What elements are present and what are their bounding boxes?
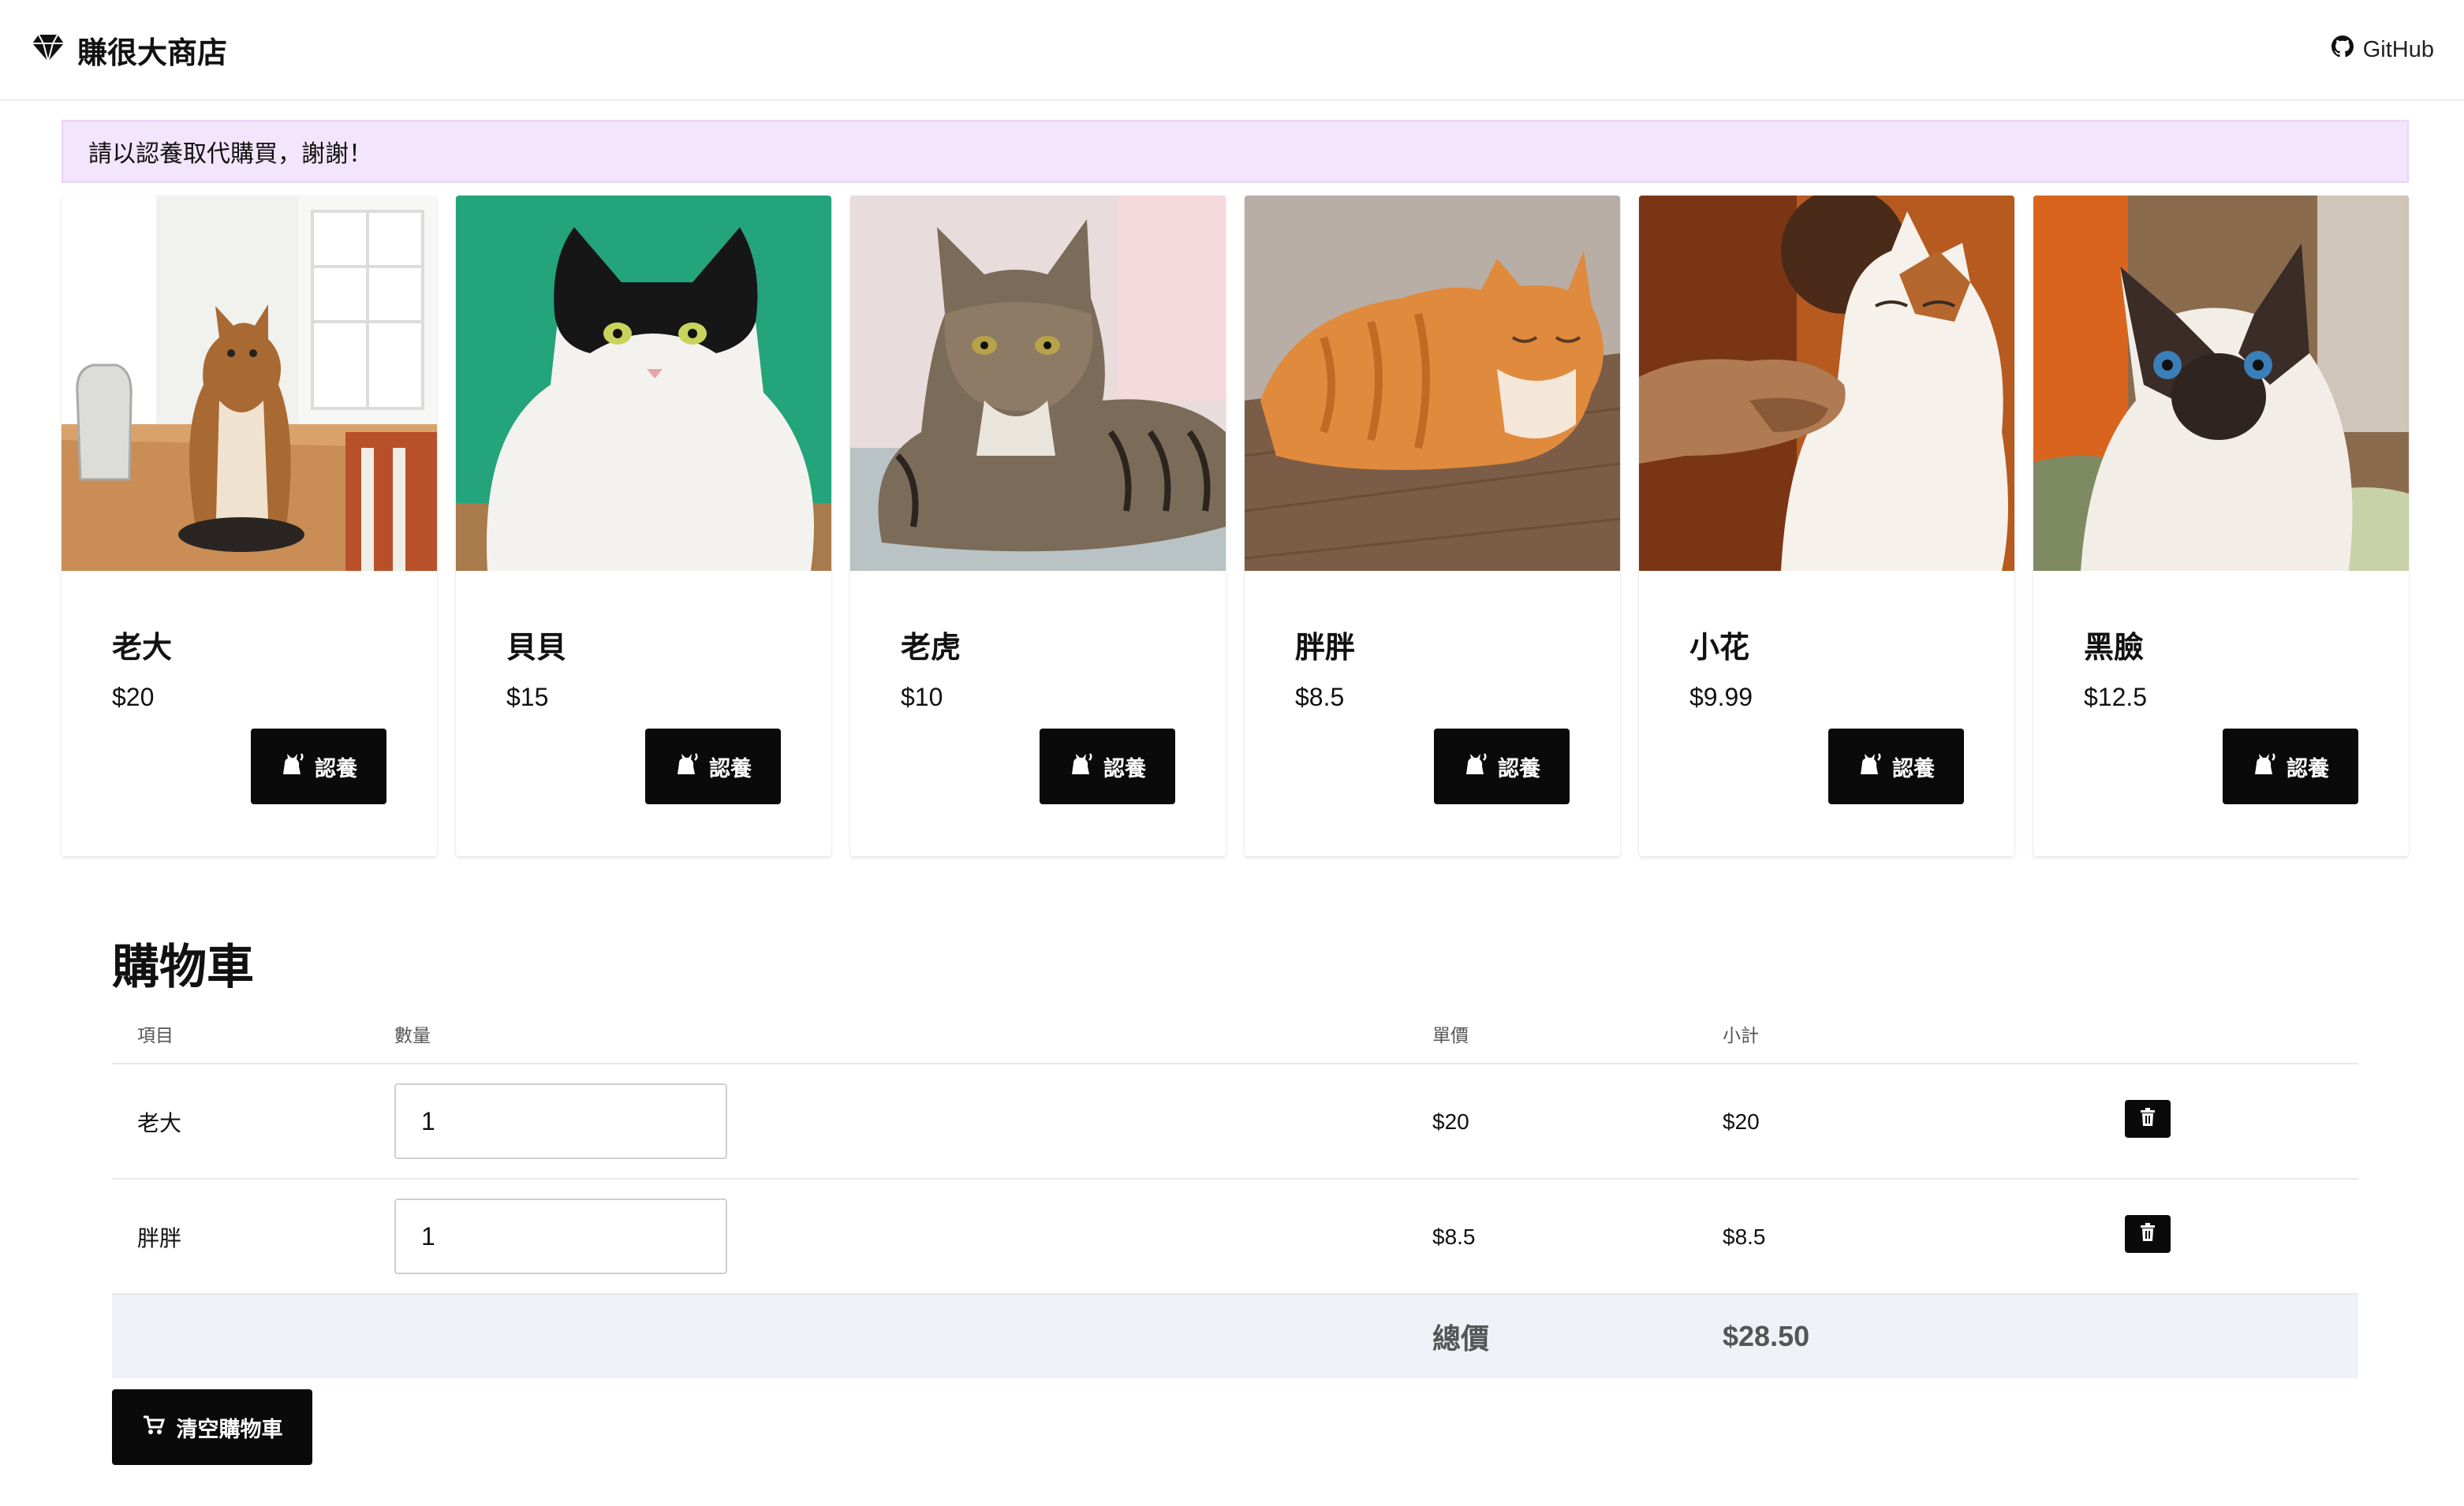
cat-icon bbox=[1463, 752, 1487, 781]
product-card: 胖胖 $8.5 認養 bbox=[1245, 196, 1620, 856]
adopt-button[interactable]: 認養 bbox=[1040, 729, 1175, 804]
navbar: 賺很大商店 GitHub bbox=[0, 0, 2464, 101]
cat-icon bbox=[674, 752, 698, 781]
adopt-label: 認養 bbox=[315, 756, 357, 781]
github-label: GitHub bbox=[2362, 36, 2434, 62]
product-card: 貝貝 $15 認養 bbox=[456, 196, 831, 856]
column-header-quantity: 數量 bbox=[394, 1026, 431, 1046]
adopt-label: 認養 bbox=[1892, 756, 1935, 781]
product-name: 老虎 bbox=[901, 630, 961, 665]
column-header-subtotal: 小計 bbox=[1723, 1026, 1759, 1046]
cat-icon bbox=[1069, 752, 1092, 781]
cart-unit-price: $20 bbox=[1432, 1109, 1469, 1134]
cart-subtotal: $20 bbox=[1723, 1109, 1760, 1134]
cart-title: 購物車 bbox=[112, 940, 254, 995]
adoption-notice: 請以認養取代購買，謝謝！ bbox=[62, 120, 2409, 183]
cart-table: 項目 數量 單價 小計 老大 $20 $20 胖胖 $8.5 $8.5 總價 $… bbox=[112, 1009, 2358, 1378]
cart-icon bbox=[142, 1414, 166, 1441]
adopt-label: 認養 bbox=[1498, 756, 1540, 781]
clear-cart-label: 清空購物車 bbox=[176, 1417, 283, 1442]
product-price: $20 bbox=[112, 683, 155, 711]
adopt-button[interactable]: 認養 bbox=[2223, 729, 2358, 804]
adopt-label: 認養 bbox=[2287, 756, 2329, 781]
cart-row: 胖胖 $8.5 $8.5 bbox=[112, 1180, 2358, 1295]
cat-photo-tabby-sitting bbox=[62, 196, 437, 571]
cat-icon bbox=[2252, 752, 2275, 781]
cat-photo-black-white bbox=[456, 196, 831, 571]
product-card: 黑臉 $12.5 認養 bbox=[2033, 196, 2409, 856]
product-price: $10 bbox=[901, 683, 943, 711]
cat-photo-calico-petted bbox=[1639, 196, 2014, 571]
github-icon bbox=[2331, 35, 2354, 64]
adopt-button[interactable]: 認養 bbox=[1434, 729, 1570, 804]
adopt-button[interactable]: 認養 bbox=[251, 729, 386, 804]
delete-item-button[interactable] bbox=[2125, 1215, 2171, 1253]
product-name: 小花 bbox=[1689, 630, 1750, 665]
product-name: 黑臉 bbox=[2084, 630, 2145, 665]
cat-icon bbox=[280, 752, 304, 781]
product-price: $15 bbox=[506, 683, 549, 711]
delete-item-button[interactable] bbox=[2125, 1100, 2171, 1138]
product-card: 小花 $9.99 認養 bbox=[1639, 196, 2014, 856]
adopt-button[interactable]: 認養 bbox=[645, 729, 781, 804]
cart-header-row: 項目 數量 單價 小計 bbox=[112, 1009, 2358, 1064]
cart-subtotal: $8.5 bbox=[1723, 1225, 1766, 1249]
cat-photo-tabby-lying bbox=[850, 196, 1226, 571]
github-link[interactable]: GitHub bbox=[2331, 35, 2434, 64]
product-name: 胖胖 bbox=[1295, 630, 1356, 665]
adopt-label: 認養 bbox=[1103, 756, 1146, 781]
cart-total-row: 總價 $28.50 bbox=[112, 1295, 2358, 1378]
cat-photo-siamese-kitten bbox=[2033, 196, 2409, 571]
cart-item-name: 老大 bbox=[137, 1110, 182, 1136]
adopt-button[interactable]: 認養 bbox=[1828, 729, 1964, 804]
cat-photo-orange-sleeping bbox=[1245, 196, 1620, 571]
quantity-input[interactable] bbox=[394, 1198, 727, 1274]
quantity-input[interactable] bbox=[394, 1083, 727, 1159]
brand[interactable]: 賺很大商店 bbox=[32, 28, 227, 72]
product-card: 老大 $20 認養 bbox=[62, 196, 437, 856]
cat-icon bbox=[1857, 752, 1881, 781]
product-card: 老虎 $10 認養 bbox=[850, 196, 1226, 856]
product-grid: 老大 $20 認養 貝貝 $15 認養 老虎 $10 認養 胖胖 $8.5 認養… bbox=[62, 196, 2409, 856]
column-header-item: 項目 bbox=[137, 1026, 174, 1046]
column-header-unit-price: 單價 bbox=[1432, 1026, 1469, 1046]
product-price: $9.99 bbox=[1689, 683, 1753, 711]
product-price: $12.5 bbox=[2084, 683, 2148, 711]
trash-icon bbox=[2139, 1222, 2156, 1246]
cart-unit-price: $8.5 bbox=[1432, 1225, 1476, 1249]
product-name: 貝貝 bbox=[506, 630, 567, 665]
total-value: $28.50 bbox=[1723, 1320, 1810, 1352]
adopt-label: 認養 bbox=[709, 756, 752, 781]
cart-item-name: 胖胖 bbox=[137, 1225, 182, 1251]
brand-name: 賺很大商店 bbox=[77, 35, 228, 70]
trash-icon bbox=[2139, 1107, 2156, 1131]
diamond-icon bbox=[32, 33, 65, 67]
product-name: 老大 bbox=[112, 630, 173, 665]
product-price: $8.5 bbox=[1295, 683, 1345, 711]
total-label: 總價 bbox=[1432, 1323, 1490, 1355]
clear-cart-button[interactable]: 清空購物車 bbox=[112, 1389, 312, 1465]
cart-row: 老大 $20 $20 bbox=[112, 1064, 2358, 1180]
